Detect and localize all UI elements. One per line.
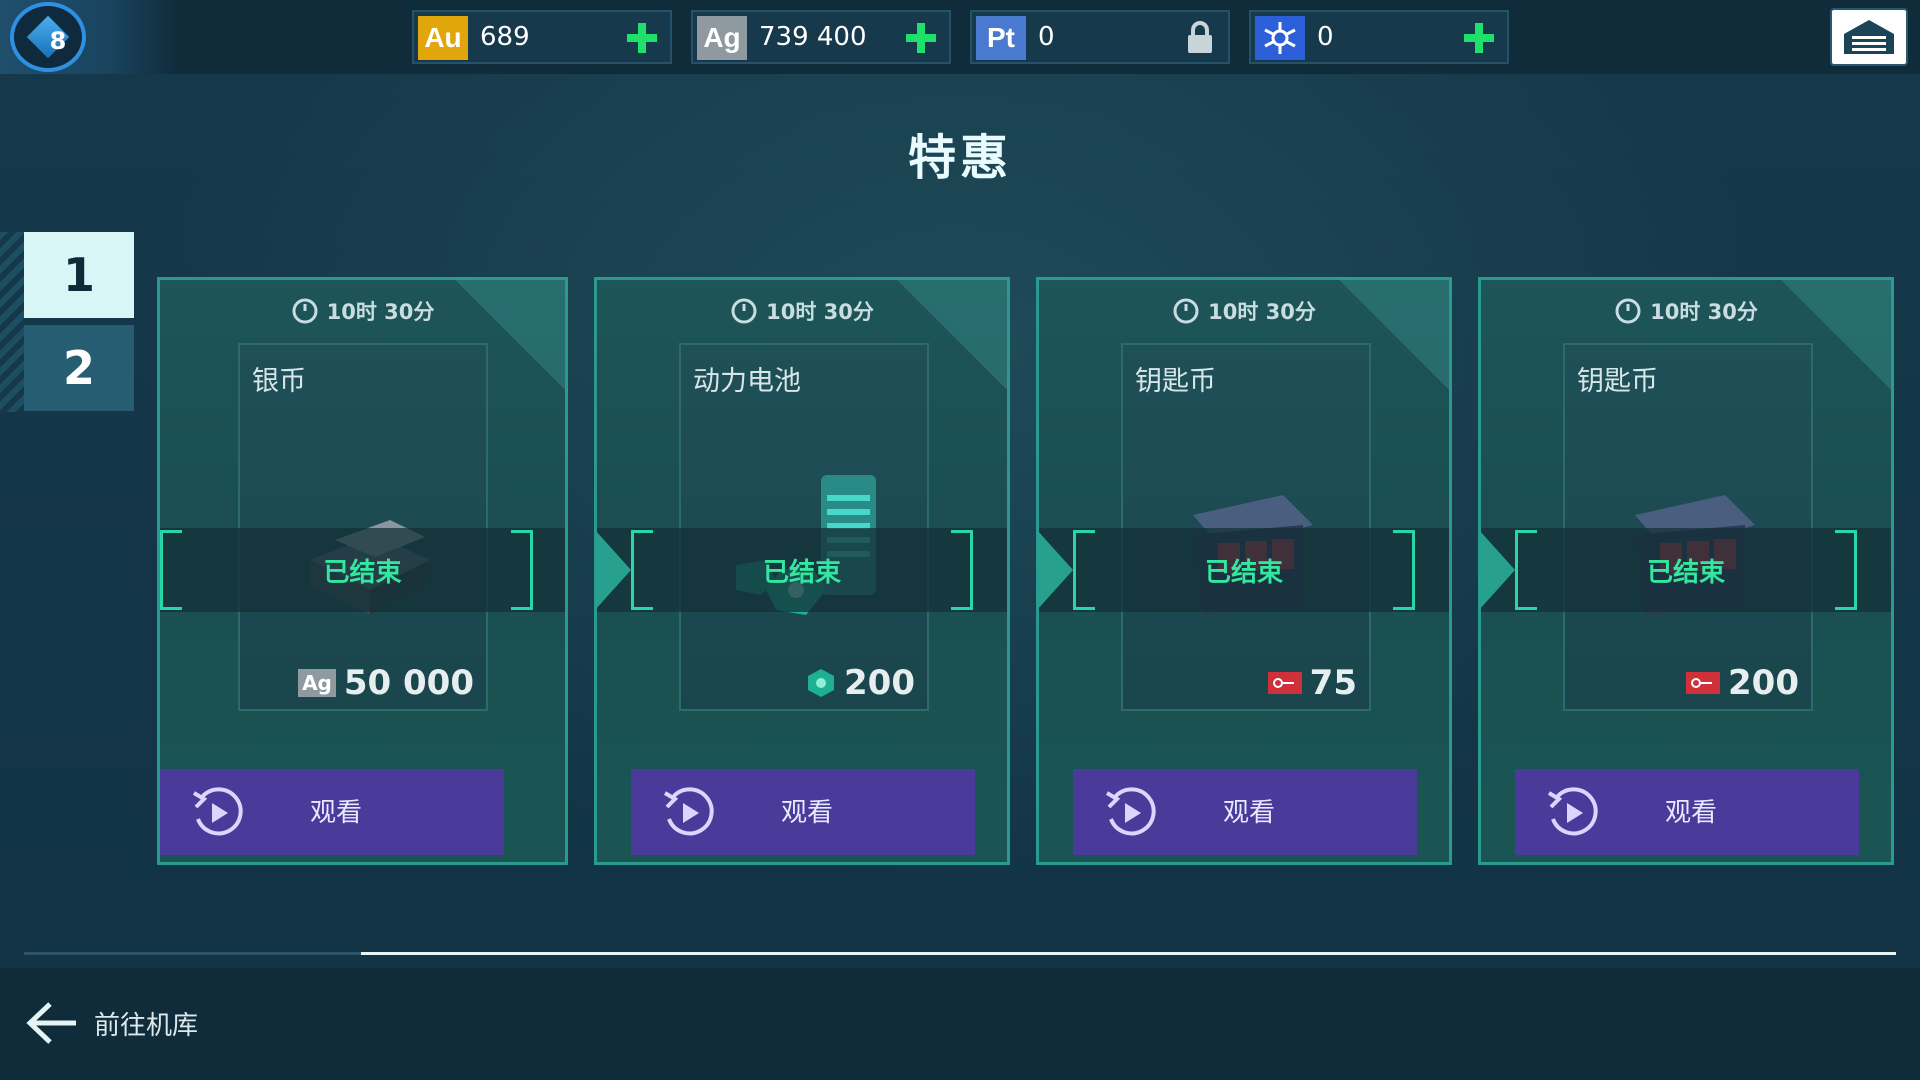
currency-gold: Au 689 bbox=[412, 10, 672, 64]
item-price: Ag 50 000 bbox=[298, 663, 474, 703]
add-silver-button[interactable] bbox=[901, 18, 941, 58]
back-arrow-icon bbox=[26, 1002, 76, 1044]
lock-icon[interactable] bbox=[1180, 18, 1220, 58]
replay-video-icon bbox=[1105, 787, 1156, 836]
watch-ad-button[interactable]: 观看 bbox=[1073, 769, 1417, 855]
silver-icon: Ag bbox=[697, 16, 747, 60]
watch-ad-button[interactable]: 观看 bbox=[631, 769, 975, 855]
status-ended: 已结束 bbox=[762, 557, 841, 588]
platinum-value: 0 bbox=[1038, 22, 1055, 52]
item-name: 动力电池 bbox=[693, 366, 801, 397]
offer-timer: 10时 30分 bbox=[597, 294, 1007, 328]
silver-value: 739 400 bbox=[759, 22, 867, 52]
level-number: 8 bbox=[49, 27, 67, 55]
clock-icon bbox=[1615, 298, 1641, 324]
status-ended: 已结束 bbox=[323, 557, 402, 588]
watch-ad-button[interactable]: 观看 bbox=[1515, 769, 1859, 855]
item-panel[interactable]: 钥匙币 200 bbox=[1563, 343, 1813, 711]
level-ring: 8 bbox=[10, 2, 86, 72]
status-ended: 已结束 bbox=[1646, 557, 1725, 588]
replay-video-icon bbox=[192, 787, 243, 836]
watch-label: 观看 bbox=[1223, 797, 1276, 827]
plus-icon-v bbox=[1475, 23, 1483, 53]
offer-card-3: 10时 30分 钥匙币 75 已结束 观看 bbox=[1036, 277, 1452, 865]
timer-text: 10时 30分 bbox=[766, 300, 874, 324]
tab-decoration bbox=[0, 232, 24, 412]
page-tab-1[interactable]: 1 bbox=[24, 232, 134, 318]
offer-card-2: 10时 30分 动力电池 200 已结束 观看 bbox=[594, 277, 1010, 865]
gold-icon: Au bbox=[418, 16, 468, 60]
clock-icon bbox=[731, 298, 757, 324]
replay-video-icon bbox=[663, 787, 714, 836]
item-name: 钥匙币 bbox=[1135, 366, 1216, 397]
offer-timer: 10时 30分 bbox=[1039, 294, 1449, 328]
silver-coin-icon: Ag bbox=[298, 669, 336, 697]
item-panel[interactable]: 钥匙币 75 bbox=[1121, 343, 1371, 711]
timer-text: 10时 30分 bbox=[1650, 300, 1758, 324]
power-cell-icon bbox=[808, 669, 835, 697]
watch-label: 观看 bbox=[1665, 797, 1718, 827]
timer-text: 10时 30分 bbox=[1208, 300, 1316, 324]
platinum-icon: Pt bbox=[976, 16, 1026, 60]
add-gold-button[interactable] bbox=[622, 18, 662, 58]
currency-silver: Ag 739 400 bbox=[691, 10, 951, 64]
item-price: 75 bbox=[1267, 663, 1357, 703]
offer-timer: 10时 30分 bbox=[1481, 294, 1891, 328]
watch-label: 观看 bbox=[310, 797, 363, 827]
offer-timer: 10时 30分 bbox=[160, 294, 565, 328]
gold-value: 689 bbox=[480, 22, 530, 52]
offer-card-4: 10时 30分 钥匙币 200 已结束 观看 bbox=[1478, 277, 1894, 865]
back-to-hangar-button[interactable]: 前往机库 bbox=[24, 990, 198, 1056]
item-panel[interactable]: 动力电池 200 bbox=[679, 343, 929, 711]
hangar-icon bbox=[1844, 20, 1894, 54]
scroll-thumb[interactable] bbox=[361, 952, 1896, 955]
key-icon bbox=[1686, 672, 1721, 694]
clock-icon bbox=[1173, 298, 1199, 324]
bottom-bar: 前往机库 bbox=[0, 968, 1920, 1080]
page-title: 特惠 bbox=[907, 130, 1012, 186]
price-value: 200 bbox=[844, 663, 915, 703]
price-value: 75 bbox=[1309, 663, 1357, 703]
status-ended: 已结束 bbox=[1204, 557, 1283, 588]
offer-card-1: 10时 30分 银币 Ag 50 000 已结束 观看 bbox=[157, 277, 568, 865]
hangar-button[interactable] bbox=[1830, 8, 1908, 66]
key-icon bbox=[1267, 672, 1302, 694]
watch-label: 观看 bbox=[781, 797, 834, 827]
item-panel[interactable]: 银币 Ag 50 000 bbox=[238, 343, 488, 711]
currency-token: 0 bbox=[1249, 10, 1509, 64]
plus-icon-v bbox=[917, 23, 925, 53]
currency-platinum: Pt 0 bbox=[970, 10, 1230, 64]
watch-ad-button[interactable]: 观看 bbox=[160, 769, 504, 855]
replay-video-icon bbox=[1547, 787, 1598, 836]
item-price: 200 bbox=[1686, 663, 1799, 703]
timer-text: 10时 30分 bbox=[326, 300, 435, 324]
plus-icon-v bbox=[638, 23, 646, 53]
add-token-button[interactable] bbox=[1459, 18, 1499, 58]
price-value: 200 bbox=[1728, 663, 1799, 703]
clock-icon bbox=[292, 298, 318, 324]
item-price: 200 bbox=[806, 663, 915, 703]
price-value: 50 000 bbox=[343, 663, 474, 703]
network-icon bbox=[1255, 16, 1305, 60]
back-label: 前往机库 bbox=[94, 1010, 199, 1041]
item-name: 钥匙币 bbox=[1577, 366, 1658, 397]
token-value: 0 bbox=[1317, 22, 1334, 52]
top-bar: 8 Au 689 Ag 739 400 Pt 0 0 bbox=[0, 0, 1920, 74]
page-tab-2[interactable]: 2 bbox=[24, 325, 134, 411]
scroll-track[interactable] bbox=[24, 952, 1896, 955]
item-name: 银币 bbox=[252, 366, 306, 397]
level-badge[interactable]: 8 bbox=[0, 0, 180, 74]
